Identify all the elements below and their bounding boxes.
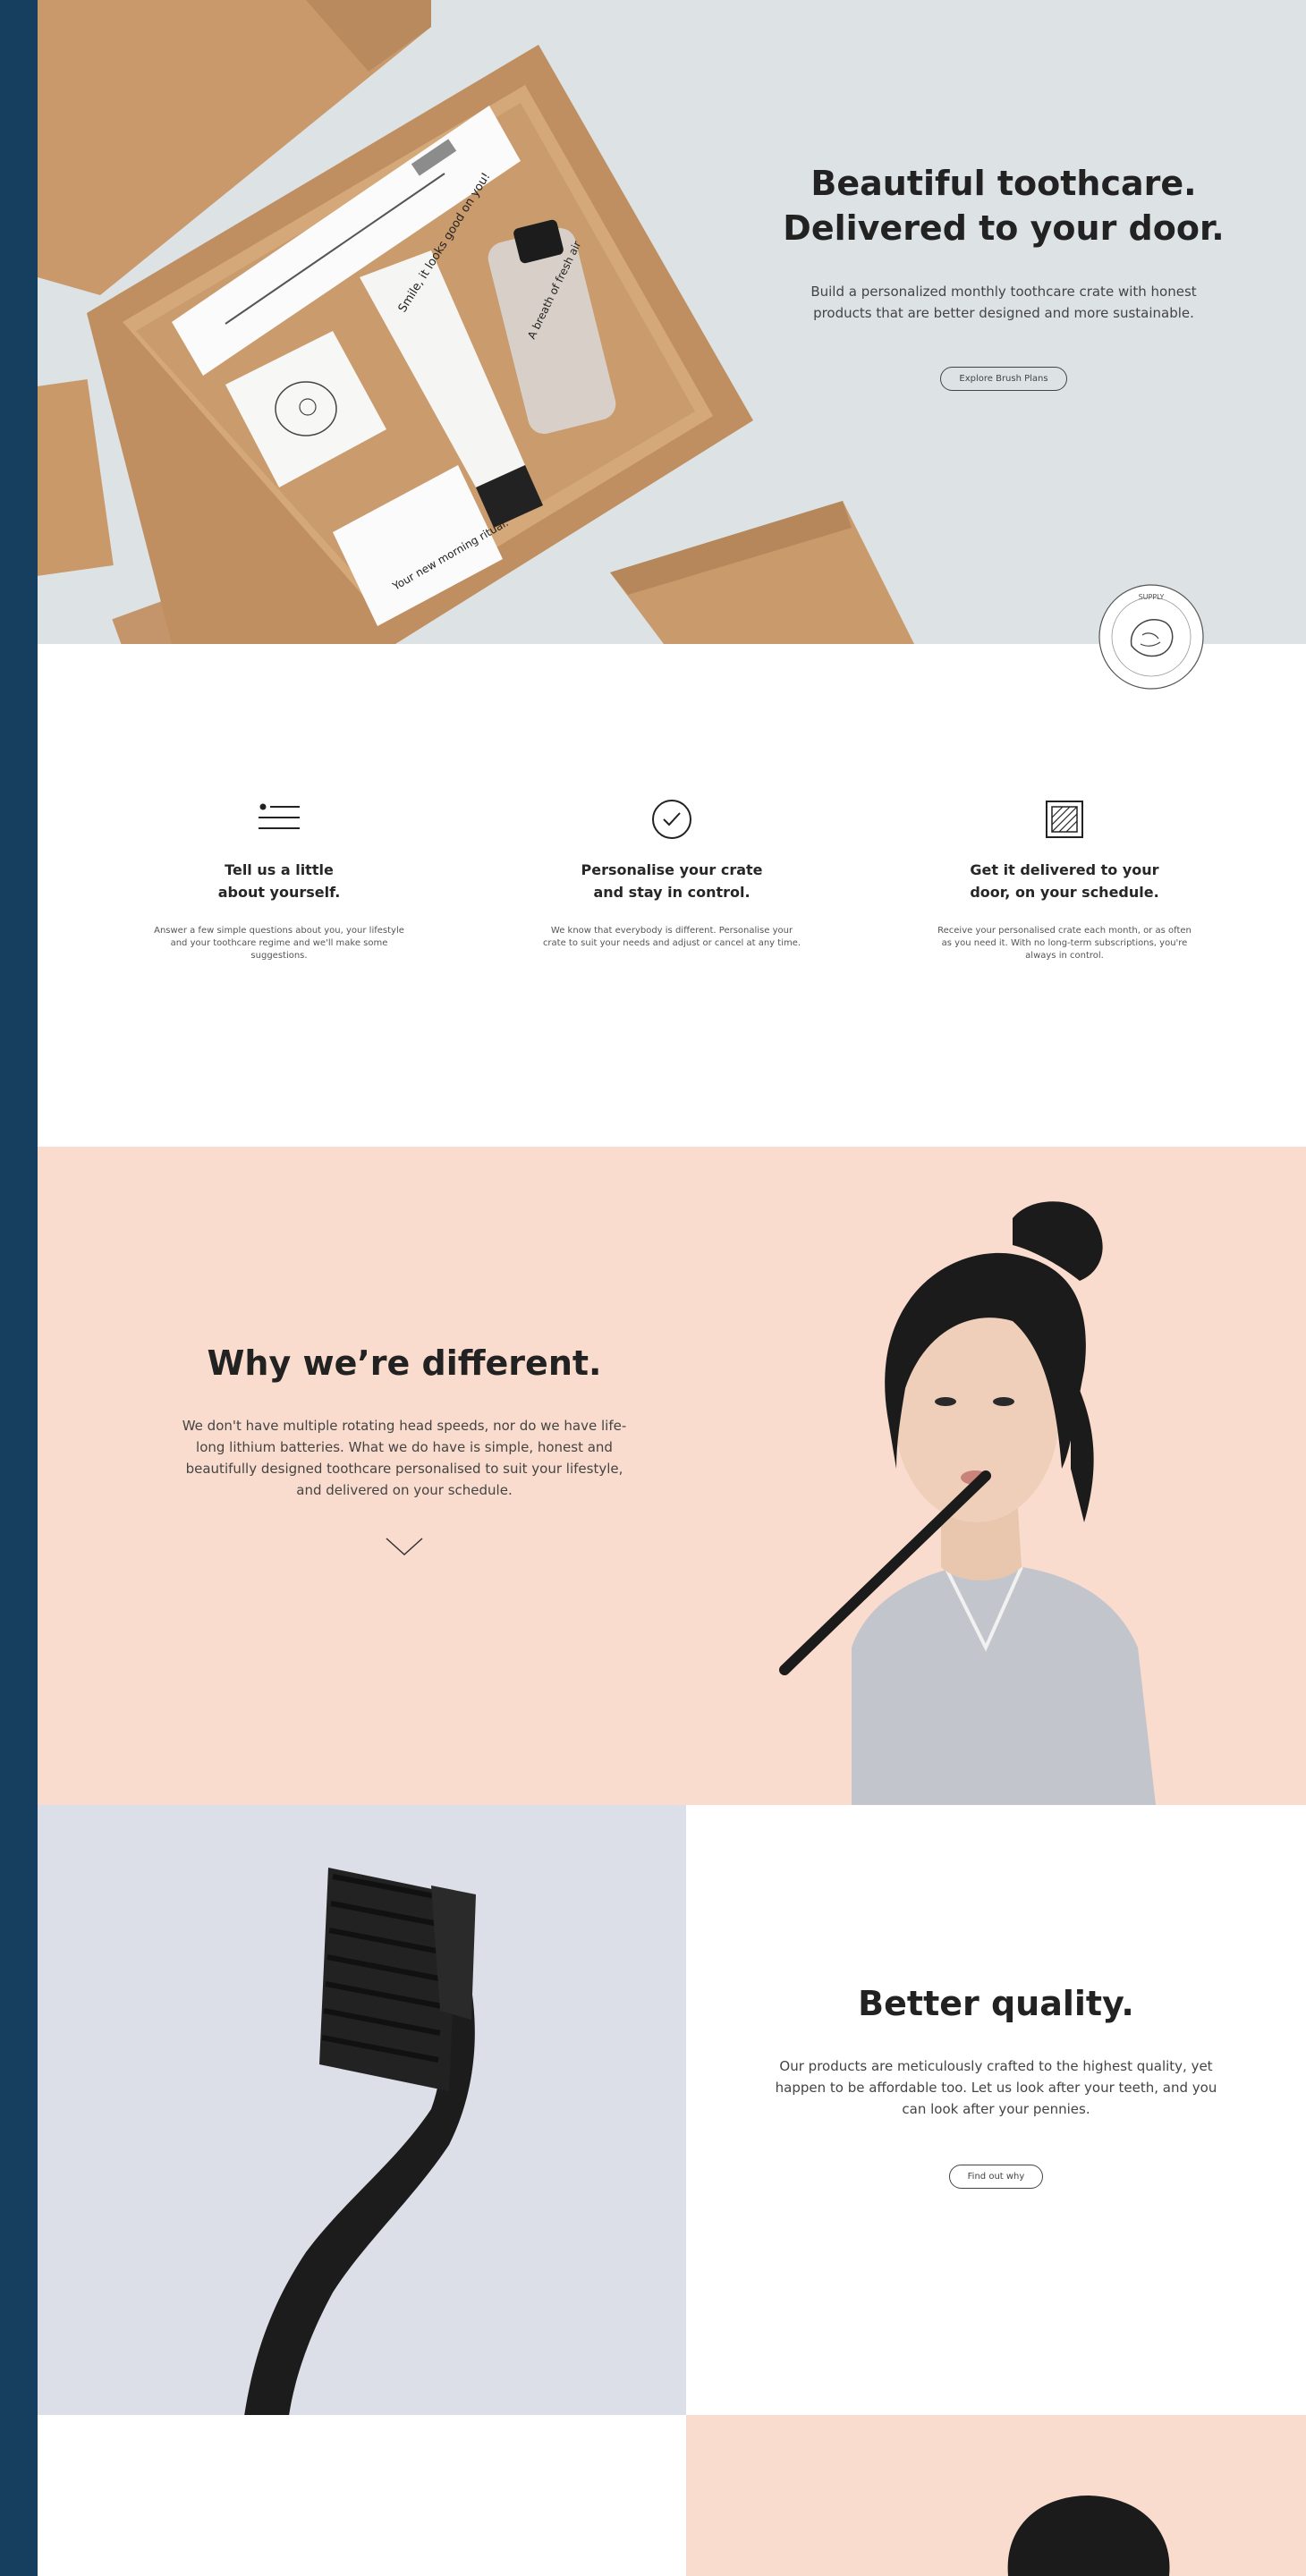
why-body: We don't have multiple rotating head spe… — [182, 1418, 627, 1498]
box-icon — [921, 796, 1208, 843]
explore-brush-plans-button[interactable]: Explore Brush Plans — [940, 367, 1067, 391]
find-out-why-button[interactable]: Find out why — [948, 2165, 1044, 2189]
woman-with-toothbrush-image — [779, 1201, 1156, 1805]
why-title: Why we’re different. — [207, 1343, 602, 1383]
step-1-description: Answer a few simple questions about you,… — [154, 926, 404, 961]
step-3-title: Get it delivered to your door, on your sc… — [970, 861, 1159, 901]
quality-body: Our products are meticulously crafted to… — [775, 2058, 1217, 2117]
list-icon — [136, 796, 422, 843]
brand-stamp-icon: SUPPLY — [1098, 584, 1204, 690]
how-it-works-section: Tell us a little about yourself. Answer a… — [38, 644, 1306, 1147]
why-text-block: Why we’re different. We don't have multi… — [154, 1343, 655, 1560]
quality-image-panel — [38, 1805, 686, 2415]
hero-title: Beautiful toothcare. Delivered to your d… — [783, 164, 1225, 248]
hero-section: Smile, it looks good on you! A breath of… — [38, 0, 1306, 644]
better-quality-section: Better quality. Our products are meticul… — [38, 1805, 1306, 2415]
next-section-preview — [38, 2415, 1306, 2576]
hero-subtitle: Build a personalized monthly toothcare c… — [810, 284, 1197, 321]
black-toothbrush-image — [244, 1868, 476, 2415]
step-1-title: Tell us a little about yourself. — [217, 861, 341, 901]
step-2-title: Personalise your crate and stay in contro… — [581, 861, 763, 901]
step-2: Personalise your crate and stay in contro… — [529, 796, 815, 950]
why-different-section: Why we’re different. We don't have multi… — [38, 1147, 1306, 1805]
quality-text-block: Better quality. Our products are meticul… — [686, 1805, 1306, 2415]
quality-title: Better quality. — [858, 1984, 1134, 2023]
page-frame: Smile, it looks good on you! A breath of… — [38, 0, 1306, 2576]
chevron-down-icon[interactable] — [154, 1537, 655, 1560]
step-3: Get it delivered to your door, on your sc… — [921, 796, 1208, 962]
next-section-left-panel — [38, 2415, 686, 2576]
person-hair-image — [1007, 2496, 1170, 2576]
next-section-right-panel — [686, 2415, 1306, 2576]
check-circle-icon — [529, 796, 815, 843]
step-3-description: Receive your personalised crate each mon… — [937, 926, 1192, 961]
step-2-description: We know that everybody is different. Per… — [542, 926, 801, 948]
step-1: Tell us a little about yourself. Answer a… — [136, 796, 422, 962]
svg-text:SUPPLY: SUPPLY — [1139, 593, 1165, 601]
hero-text-block: Beautiful toothcare. Delivered to your d… — [735, 161, 1272, 391]
